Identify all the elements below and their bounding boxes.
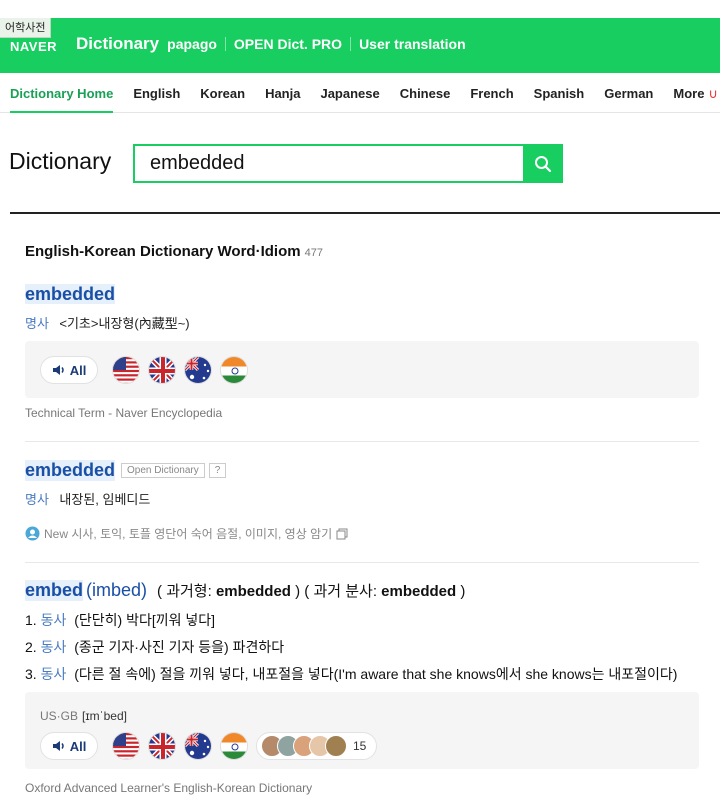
entry-1-pos: 명사: [25, 316, 49, 331]
play-all-button[interactable]: All: [40, 732, 98, 760]
entry-3-source[interactable]: Oxford Advanced Learner's English-Korean…: [25, 781, 312, 795]
tab-german[interactable]: German: [604, 73, 653, 113]
sense-text: (다른 절 속에) 절을 끼워 넣다, 내포절을 넣다(I'm aware th…: [74, 666, 678, 682]
user-recordings-button[interactable]: 15: [256, 732, 378, 760]
past-participle-form: embedded: [381, 583, 457, 600]
section-title: English-Korean Dictionary Word·Idiom 477: [25, 243, 323, 260]
entry-1-pronunciation-box: All: [25, 341, 699, 398]
uk-flag-icon[interactable]: [148, 356, 176, 384]
tab-dictionary-home[interactable]: Dictionary Home: [10, 73, 114, 113]
open-dict-pro-link[interactable]: OPEN Dict. PRO: [234, 36, 342, 52]
search-icon: [535, 155, 552, 172]
user-translation-link[interactable]: User translation: [359, 36, 466, 52]
india-flag-icon[interactable]: [220, 356, 248, 384]
entry-2-meaning-text: 내장된, 임베디드: [59, 492, 151, 507]
search-input[interactable]: [135, 146, 523, 181]
entry-3-forms: ( 과거형: embedded ) ( 과거 분사: embedded ): [157, 580, 465, 601]
sense-number: 3.: [25, 666, 37, 682]
entry-1-audio-row: All: [40, 356, 248, 384]
top-strip: [0, 0, 720, 18]
dictionary-title-link[interactable]: Dictionary: [76, 34, 159, 54]
global-nav: Dictionary papago OPEN Dict. PRO User tr…: [76, 34, 466, 54]
sense-text: (단단히) 박다[끼워 넣다]: [74, 612, 216, 628]
uk-flag-icon[interactable]: [148, 732, 176, 760]
us-flag-icon[interactable]: [112, 732, 140, 760]
nav-separator: [224, 37, 226, 51]
entry-3-senses: 1. 동사 (단단히) 박다[끼워 넣다] 2. 동사 (종군 기자·사진 기자…: [25, 610, 690, 691]
tab-japanese[interactable]: Japanese: [320, 73, 379, 113]
nav-separator: [350, 37, 352, 51]
entry-3-variant: (imbed): [86, 580, 148, 600]
tab-hanja[interactable]: Hanja: [265, 73, 300, 113]
tab-french[interactable]: French: [470, 73, 513, 113]
entry-separator: [25, 562, 699, 563]
copy-icon: [336, 528, 348, 539]
language-tabs: Dictionary Home English Korean Hanja Jap…: [0, 73, 720, 113]
entry-3-ipa: US·GB [ɪmˈbed]: [40, 709, 127, 723]
sense-pos: 동사: [40, 612, 67, 628]
section-divider: [10, 212, 720, 214]
entry-separator: [25, 441, 699, 442]
entry-3-pronunciation-box: US·GB [ɪmˈbed] All 15: [25, 692, 699, 769]
chevron-down-icon: ∪: [708, 86, 718, 101]
forms-suffix: ): [456, 583, 466, 600]
papago-link[interactable]: papago: [167, 36, 217, 52]
naver-logo[interactable]: NAVER: [10, 39, 57, 54]
dictionary-badge[interactable]: 어학사전: [0, 18, 52, 38]
past-form: embedded: [215, 583, 291, 600]
ipa-text: [ɪmˈbed]: [82, 709, 127, 723]
region-label: US·GB: [40, 709, 79, 723]
entry-2-headword: embedded Open Dictionary ?: [25, 460, 227, 481]
entry-1-meaning-text: <기초>내장형(內藏型~): [59, 316, 190, 331]
play-all-button[interactable]: All: [40, 356, 98, 384]
australia-flag-icon[interactable]: [184, 356, 212, 384]
entry-1-source[interactable]: Technical Term - Naver Encyclopedia: [25, 406, 222, 420]
tab-korean[interactable]: Korean: [200, 73, 245, 113]
entry-2-meaning: 명사 내장된, 임베디드: [25, 489, 150, 509]
recording-count: 15: [353, 739, 367, 753]
entry-1-meaning: 명사 <기초>내장형(內藏型~): [25, 313, 190, 333]
entry-2-note-text: New 시사, 토익, 토플 영단어 숙어 음절, 이미지, 영상 암기: [44, 527, 333, 541]
speaker-icon: [52, 741, 64, 751]
sense-number: 1.: [25, 612, 37, 628]
user-avatar: [325, 735, 347, 757]
sense-number: 2.: [25, 639, 37, 655]
play-all-label: All: [69, 362, 87, 378]
tab-spanish[interactable]: Spanish: [534, 73, 585, 113]
open-dictionary-badge: Open Dictionary: [121, 463, 205, 478]
play-all-label: All: [69, 738, 87, 754]
australia-flag-icon[interactable]: [184, 732, 212, 760]
search-button[interactable]: [523, 144, 563, 183]
sense-pos: 동사: [40, 639, 67, 655]
sense-row: 2. 동사 (종군 기자·사진 기자 등을) 파견하다: [25, 637, 690, 664]
entry-1-word-link[interactable]: embedded: [25, 284, 116, 304]
india-flag-icon[interactable]: [220, 732, 248, 760]
tab-more[interactable]: More ∪: [673, 73, 718, 113]
entry-1-headword: embedded: [25, 284, 116, 305]
forms-prefix: ( 과거형:: [157, 583, 216, 600]
help-icon[interactable]: ?: [208, 463, 227, 478]
us-flag-icon[interactable]: [112, 356, 140, 384]
entry-3-headword: embed (imbed) ( 과거형: embedded ) ( 과거 분사:…: [25, 580, 465, 601]
entry-2-pos: 명사: [25, 492, 49, 507]
tab-more-label: More: [673, 86, 705, 101]
tab-chinese[interactable]: Chinese: [400, 73, 451, 113]
result-count: 477: [304, 247, 323, 259]
search-title: Dictionary: [9, 148, 112, 174]
entry-3-word-link[interactable]: embed: [25, 580, 84, 601]
sense-row: 3. 동사 (다른 절 속에) 절을 끼워 넣다, 내포절을 넣다(I'm aw…: [25, 664, 690, 691]
section-title-text: English-Korean Dictionary Word·Idiom: [25, 243, 301, 260]
entry-2-contributor-note[interactable]: New 시사, 토익, 토플 영단어 숙어 음절, 이미지, 영상 암기: [25, 525, 348, 542]
entry-2-word-link[interactable]: embedded: [25, 460, 116, 481]
contributor-avatar-icon: [25, 526, 40, 541]
tab-english[interactable]: English: [133, 73, 180, 113]
speaker-icon: [52, 365, 64, 375]
forms-mid: ) ( 과거 분사:: [290, 583, 382, 600]
sense-pos: 동사: [40, 666, 67, 682]
search-box: [133, 144, 525, 183]
sense-row: 1. 동사 (단단히) 박다[끼워 넣다]: [25, 610, 690, 637]
sense-text: (종군 기자·사진 기자 등을) 파견하다: [74, 639, 285, 655]
entry-3-audio-row: All 15: [40, 732, 378, 760]
